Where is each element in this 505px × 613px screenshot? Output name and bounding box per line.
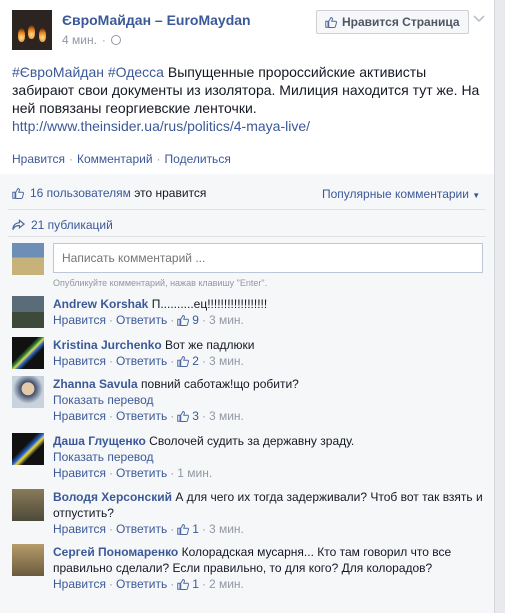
comment-like-link[interactable]: Нравится xyxy=(53,521,106,537)
likes-suffix: это нравится xyxy=(134,186,207,200)
thumb-up-icon xyxy=(12,187,24,199)
comment-body: Володя Херсонский А для чего их тогда за… xyxy=(53,489,483,537)
comment-body: Сергей Пономаренко Колорадская мусарня..… xyxy=(53,544,483,592)
comment-actions: Нравится · Ответить · 1 · 2 мин. xyxy=(53,576,244,592)
comment-reply-link[interactable]: Ответить xyxy=(116,576,167,592)
comment-likes[interactable]: 2 xyxy=(177,353,199,369)
comment-reply-link[interactable]: Ответить xyxy=(116,465,167,481)
comment-reply-link[interactable]: Ответить xyxy=(116,408,167,424)
post-card: ЄвроМайдан – EuroMaydan 4 мин. · Нравитс… xyxy=(0,0,495,174)
post-text: #ЄвроМайдан #Одесса Выпущенные пророссий… xyxy=(12,63,492,135)
comment-like-link[interactable]: Нравится xyxy=(53,312,106,328)
post-comment-link[interactable]: Комментарий xyxy=(77,152,153,166)
comment-like-link[interactable]: Нравится xyxy=(53,576,106,592)
comment-actions: Нравится · Ответить · 1 мин. xyxy=(53,465,213,481)
comment-author[interactable]: Zhanna Savula xyxy=(53,377,138,391)
thumb-up-icon xyxy=(177,578,189,590)
like-page-button[interactable]: Нравится Страница xyxy=(316,10,469,34)
thumb-up-icon xyxy=(177,314,189,326)
comment-body: Zhanna Savula повний саботаж!що робити? … xyxy=(53,376,483,424)
comment-like-link[interactable]: Нравится xyxy=(53,353,106,369)
shares-link[interactable]: 21 публикаций xyxy=(12,218,113,232)
comment-body: Andrew Korshak П..........ец!!!!!!!!!!!!… xyxy=(53,296,483,328)
comment-author[interactable]: Andrew Korshak xyxy=(53,297,148,311)
comment-time[interactable]: 3 мин. xyxy=(209,353,244,369)
thumb-up-icon xyxy=(177,410,189,422)
comment-sort-dropdown[interactable]: Популярные комментарии ▼ xyxy=(322,187,480,201)
comment-reply-link[interactable]: Ответить xyxy=(116,312,167,328)
comment-time[interactable]: 1 мин. xyxy=(177,465,212,481)
comment-avatar[interactable] xyxy=(12,489,44,521)
caret-down-icon: ▼ xyxy=(472,191,481,200)
comment-text: Вот же падлюки xyxy=(165,338,255,352)
comment-reply-link[interactable]: Ответить xyxy=(116,521,167,537)
post-time[interactable]: 4 мин. xyxy=(62,33,97,47)
post-like-link[interactable]: Нравится xyxy=(12,152,65,166)
likes-summary: 16 пользователям это нравится xyxy=(12,186,206,200)
current-user-avatar xyxy=(12,243,44,275)
comment-reply-link[interactable]: Ответить xyxy=(116,353,167,369)
globe-icon xyxy=(110,35,121,45)
comment-actions: Нравится · Ответить · 9 · 3 мин. xyxy=(53,312,244,328)
comment-text: повний саботаж!що робити? xyxy=(141,377,299,391)
comment-author[interactable]: Даша Глущенко xyxy=(53,434,146,448)
thumb-up-icon xyxy=(177,355,189,367)
comment-author[interactable]: Володя Херсонский xyxy=(53,490,172,504)
comments-section: 16 пользователям это нравится Популярные… xyxy=(0,174,495,613)
like-page-label: Нравится Страница xyxy=(342,15,460,29)
comment-time[interactable]: 3 мин. xyxy=(209,408,244,424)
post-link[interactable]: http://www.theinsider.ua/rus/politics/4-… xyxy=(12,117,492,135)
comment-likes[interactable]: 1 xyxy=(177,576,199,592)
comment-author[interactable]: Сергей Пономаренко xyxy=(53,545,178,559)
comment-actions: Нравится · Ответить · 1 · 3 мин. xyxy=(53,521,244,537)
comment-time[interactable]: 2 мин. xyxy=(209,576,244,592)
chevron-down-icon[interactable] xyxy=(472,12,486,26)
comment-likes[interactable]: 3 xyxy=(177,408,199,424)
post-hashtags[interactable]: #ЄвроМайдан #Одесса xyxy=(12,64,164,80)
comment-author[interactable]: Kristina Jurchenko xyxy=(53,338,162,352)
comment-hint: Опубликуйте комментарий, нажав клавишу "… xyxy=(53,278,268,288)
comment-actions: Нравится · Ответить · 3 · 3 мин. xyxy=(53,408,244,424)
comment-body: Kristina Jurchenko Вот же падлюки Нравит… xyxy=(53,337,483,369)
comment-avatar[interactable] xyxy=(12,337,44,369)
comment-avatar[interactable] xyxy=(12,544,44,576)
likes-count-link[interactable]: 16 пользователям xyxy=(30,186,131,200)
thumb-up-icon xyxy=(177,523,189,535)
page-avatar[interactable] xyxy=(12,10,52,50)
comment-text: П..........ец!!!!!!!!!!!!!!!!!! xyxy=(151,297,268,311)
comment-avatar[interactable] xyxy=(12,296,44,328)
comment-input[interactable] xyxy=(53,243,483,273)
comment-avatar[interactable] xyxy=(12,376,44,408)
comment-likes[interactable]: 9 xyxy=(177,312,199,328)
post-meta: 4 мин. · xyxy=(62,33,121,47)
comment-like-link[interactable]: Нравится xyxy=(53,465,106,481)
comment-actions: Нравится · Ответить · 2 · 3 мин. xyxy=(53,353,244,369)
comment-text: Сволочей судить за державну зраду. xyxy=(149,434,355,448)
comment-body: Даша Глущенко Сволочей судить за державн… xyxy=(53,433,483,481)
thumb-up-icon xyxy=(325,16,337,28)
comment-time[interactable]: 3 мин. xyxy=(209,521,244,537)
share-arrow-icon xyxy=(12,219,25,230)
comment-like-link[interactable]: Нравится xyxy=(53,408,106,424)
comment-time[interactable]: 3 мин. xyxy=(209,312,244,328)
post-actions: Нравится · Комментарий · Поделиться xyxy=(12,152,231,166)
comment-avatar[interactable] xyxy=(12,433,44,465)
show-translation-link[interactable]: Показать перевод xyxy=(53,449,483,465)
page-name-link[interactable]: ЄвроМайдан – EuroMaydan xyxy=(62,12,251,28)
post-share-link[interactable]: Поделиться xyxy=(165,152,231,166)
comment-likes[interactable]: 1 xyxy=(177,521,199,537)
show-translation-link[interactable]: Показать перевод xyxy=(53,392,483,408)
